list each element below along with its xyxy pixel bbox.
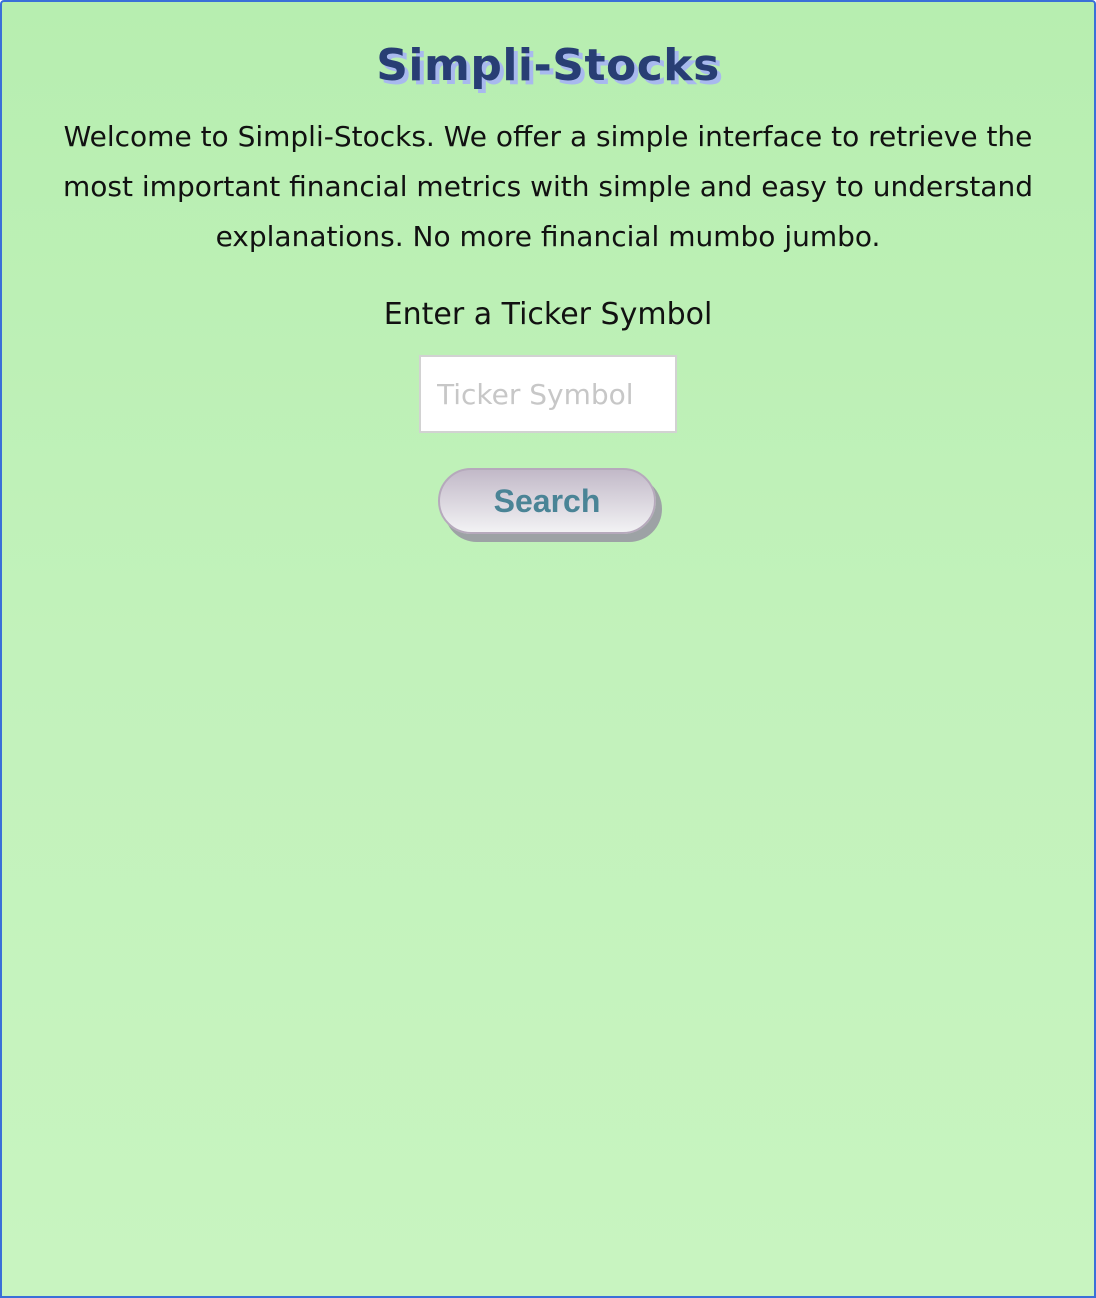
app-title: Simpli-Stocks: [376, 40, 720, 91]
search-button[interactable]: Search: [438, 468, 656, 534]
page-container: Simpli-Stocks Welcome to Simpli-Stocks. …: [0, 0, 1096, 1298]
welcome-description: Welcome to Simpli-Stocks. We offer a sim…: [63, 120, 1033, 253]
ticker-symbol-input[interactable]: [419, 355, 677, 433]
ticker-input-label: Enter a Ticker Symbol: [383, 297, 713, 332]
